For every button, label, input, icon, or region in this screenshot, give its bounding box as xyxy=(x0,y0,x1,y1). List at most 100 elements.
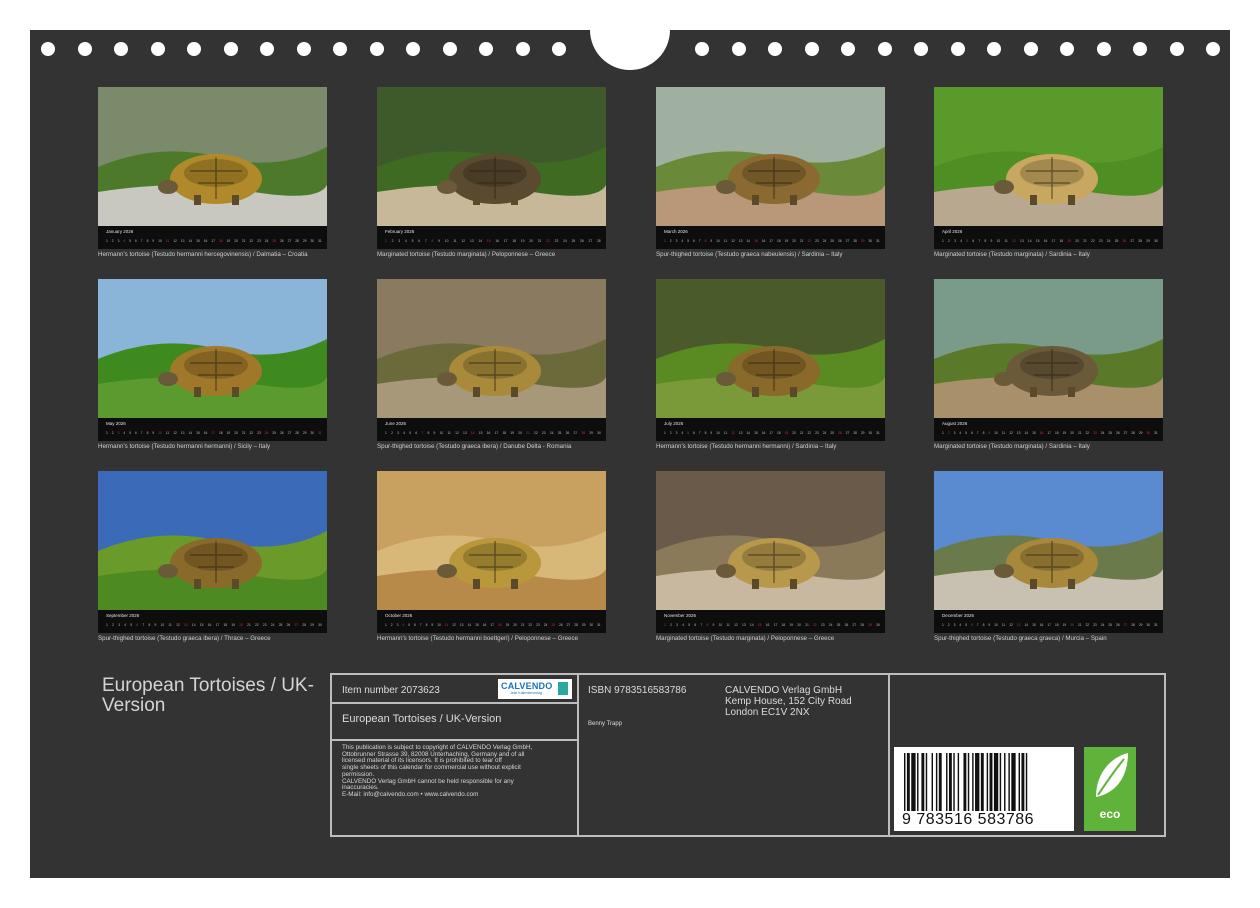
day-number: 8 xyxy=(982,623,985,627)
day-number: 24 xyxy=(270,623,275,627)
day-number: 19 xyxy=(231,623,236,627)
calendar-strip: August 2026 1 2 3 4 5 6 7 8 9 10 11 12 13 14 15 16 17 18 19… xyxy=(934,418,1163,441)
day-number: 6 xyxy=(692,239,695,243)
day-number: 5 xyxy=(409,431,412,435)
day-number: 20 xyxy=(1075,239,1079,243)
day-number: 3 xyxy=(117,431,120,435)
day-number: 25 xyxy=(272,239,276,243)
day-number: 3 xyxy=(397,431,399,435)
month-label: April 2026 xyxy=(942,229,963,234)
photo-caption: Marginated tortoise (Testudo marginata) … xyxy=(934,443,1090,450)
binding-hole xyxy=(552,42,566,56)
calendar-strip: June 2026 1 2 3 4 5 6 7 8 9 10 11 12 13 14 15 16 17 18 19 20… xyxy=(377,418,606,441)
day-number: 23 xyxy=(536,623,540,627)
day-number: 9 xyxy=(433,431,436,435)
day-number: 27 xyxy=(287,239,292,243)
day-number: 30 xyxy=(589,623,594,627)
eco-label: eco xyxy=(1099,807,1121,821)
photo-caption: Spur-thighed tortoise (Testudo graeca gr… xyxy=(934,635,1107,642)
day-number: 24 xyxy=(822,239,827,243)
day-number: 4 xyxy=(404,239,407,243)
day-number: 29 xyxy=(860,431,865,435)
day-number: 7 xyxy=(700,623,703,627)
day-number: 8 xyxy=(146,239,149,243)
binding-hole xyxy=(695,42,709,56)
calendar-strip: April 2026 1 2 3 4 5 6 7 8 9 10 11 12 13 14 15 16 17 18 19 2… xyxy=(934,226,1163,249)
day-number: 7 xyxy=(419,623,422,627)
day-number: 26 xyxy=(279,239,284,243)
day-number: 11 xyxy=(447,431,451,435)
day-number: 18 xyxy=(223,623,228,627)
day-number: 12 xyxy=(452,623,456,627)
binding-hole xyxy=(1169,42,1184,56)
calendar-strip: May 2026 1 2 3 4 5 6 7 8 9 10 11 12 13 14 15 16 17 18 19 20 2… xyxy=(98,418,327,441)
day-number: 29 xyxy=(302,239,307,243)
barcode-number: 9 783516 583786 xyxy=(902,811,1035,828)
day-number: 12 xyxy=(176,623,180,627)
day-number: 15 xyxy=(754,431,758,435)
isbn: ISBN 9783516583786 xyxy=(588,685,687,696)
day-number: 27 xyxy=(845,239,850,243)
day-number: 28 xyxy=(581,431,586,435)
day-number: 23 xyxy=(815,431,819,435)
tortoise-photo xyxy=(377,471,606,610)
day-number: 13 xyxy=(180,239,185,243)
day-number: 25 xyxy=(551,623,555,627)
day-number: 31 xyxy=(876,431,880,435)
day-number: 16 xyxy=(1039,623,1044,627)
day-number: 27 xyxy=(287,431,292,435)
day-number: 9 xyxy=(152,239,155,243)
barcode-bars xyxy=(904,753,1028,811)
day-number: 17 xyxy=(769,431,773,435)
day-number: 12 xyxy=(455,431,459,435)
day-number: 23 xyxy=(257,239,261,243)
day-number: 20 xyxy=(234,239,238,243)
day-number: 6 xyxy=(694,623,697,627)
day-number: 28 xyxy=(1138,239,1143,243)
day-number: 3 xyxy=(118,623,120,627)
binding-hole xyxy=(1096,42,1111,56)
tortoise-photo xyxy=(656,471,885,610)
day-number: 16 xyxy=(761,431,766,435)
month-label: October 2026 xyxy=(385,613,413,618)
day-number: 14 xyxy=(467,623,472,627)
day-number: 22 xyxy=(813,623,817,627)
day-number: 4 xyxy=(403,431,406,435)
calendar-strip: November 2026 1 2 3 4 5 6 7 8 9 10 11 12 13 14 15 16 17 18… xyxy=(656,610,885,633)
month-label: January 2026 xyxy=(106,229,134,234)
day-number: 19 xyxy=(784,239,789,243)
day-number: 1 xyxy=(664,623,666,627)
binding-hole xyxy=(987,42,1001,56)
calendar-title: European Tortoises / UK-Version xyxy=(102,675,314,716)
day-number: 16 xyxy=(765,623,770,627)
day-number: 23 xyxy=(554,239,559,243)
day-number: 13 xyxy=(180,431,185,435)
day-number: 7 xyxy=(140,431,143,435)
day-number: 17 xyxy=(215,623,220,627)
day-number: 13 xyxy=(742,623,746,627)
binding-hole xyxy=(333,42,347,56)
day-number: 10 xyxy=(437,623,441,627)
calendar-strip: December 2026 1 2 3 4 5 6 7 8 9 10 11 12 13 14 15 16 17 18… xyxy=(934,610,1163,633)
day-number: 8 xyxy=(706,623,709,627)
day-number: 6 xyxy=(136,623,139,627)
binding-hole xyxy=(114,42,128,56)
binding-hole xyxy=(187,42,201,56)
binding-hole xyxy=(41,42,55,56)
day-number: 6 xyxy=(970,623,973,627)
binding-hole xyxy=(515,42,530,56)
day-number: 24 xyxy=(822,431,827,435)
day-number: 29 xyxy=(302,431,307,435)
day-number: 31 xyxy=(597,623,601,627)
day-number: 24 xyxy=(264,239,269,243)
day-number: 21 xyxy=(526,431,530,435)
day-number: 30 xyxy=(868,239,873,243)
day-number: 14 xyxy=(1024,431,1029,435)
day-number: 6 xyxy=(413,623,416,627)
day-number: 24 xyxy=(549,431,554,435)
binding-hole xyxy=(950,42,965,56)
day-number: 14 xyxy=(188,431,193,435)
day-row: 1 2 3 4 5 6 7 8 9 10 11 12 13 14 15 16 17 18 19 20 21 22 23 24 2… xyxy=(106,237,322,245)
eco-badge: eco xyxy=(1084,747,1136,831)
day-number: 11 xyxy=(453,239,457,243)
